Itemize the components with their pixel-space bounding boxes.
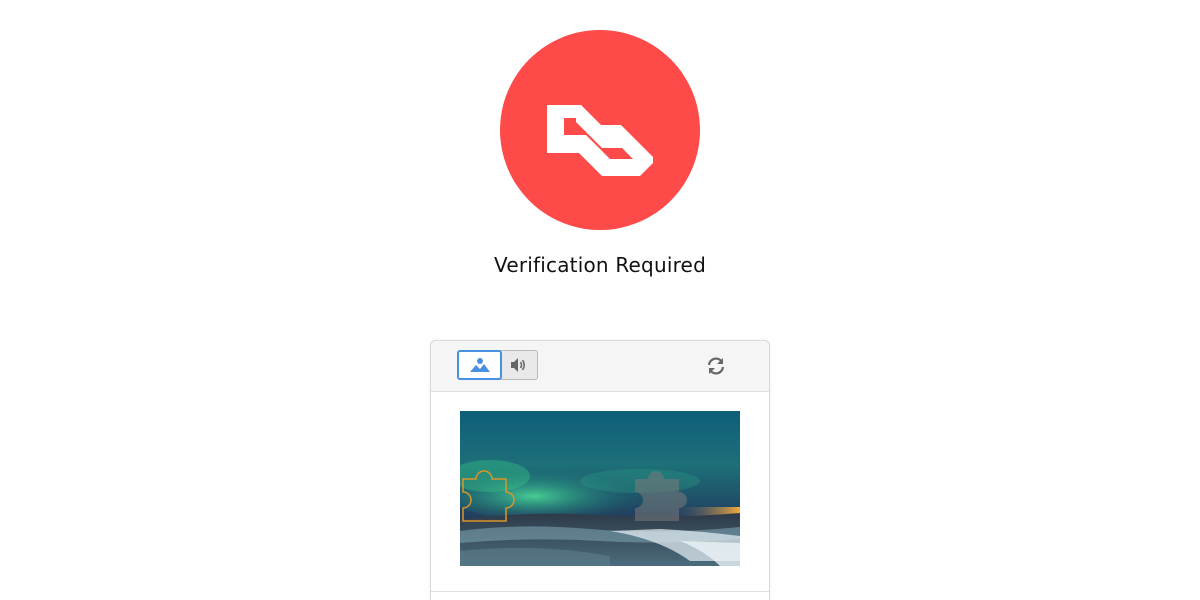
verification-page: Verification Required — [0, 0, 1200, 600]
image-icon — [470, 358, 490, 372]
audio-challenge-button[interactable] — [503, 351, 537, 379]
refresh-button[interactable] — [705, 355, 727, 377]
speaker-icon — [511, 358, 525, 372]
captcha-footer-divider — [431, 591, 769, 592]
captcha-toolbar — [431, 341, 769, 392]
brand-logo — [500, 30, 700, 230]
captcha-widget — [430, 340, 770, 600]
refresh-icon — [707, 357, 725, 375]
page-title: Verification Required — [494, 253, 706, 277]
image-challenge-button[interactable] — [457, 350, 502, 380]
brand-logo-icon — [547, 105, 653, 176]
puzzle-background-image — [460, 411, 740, 566]
